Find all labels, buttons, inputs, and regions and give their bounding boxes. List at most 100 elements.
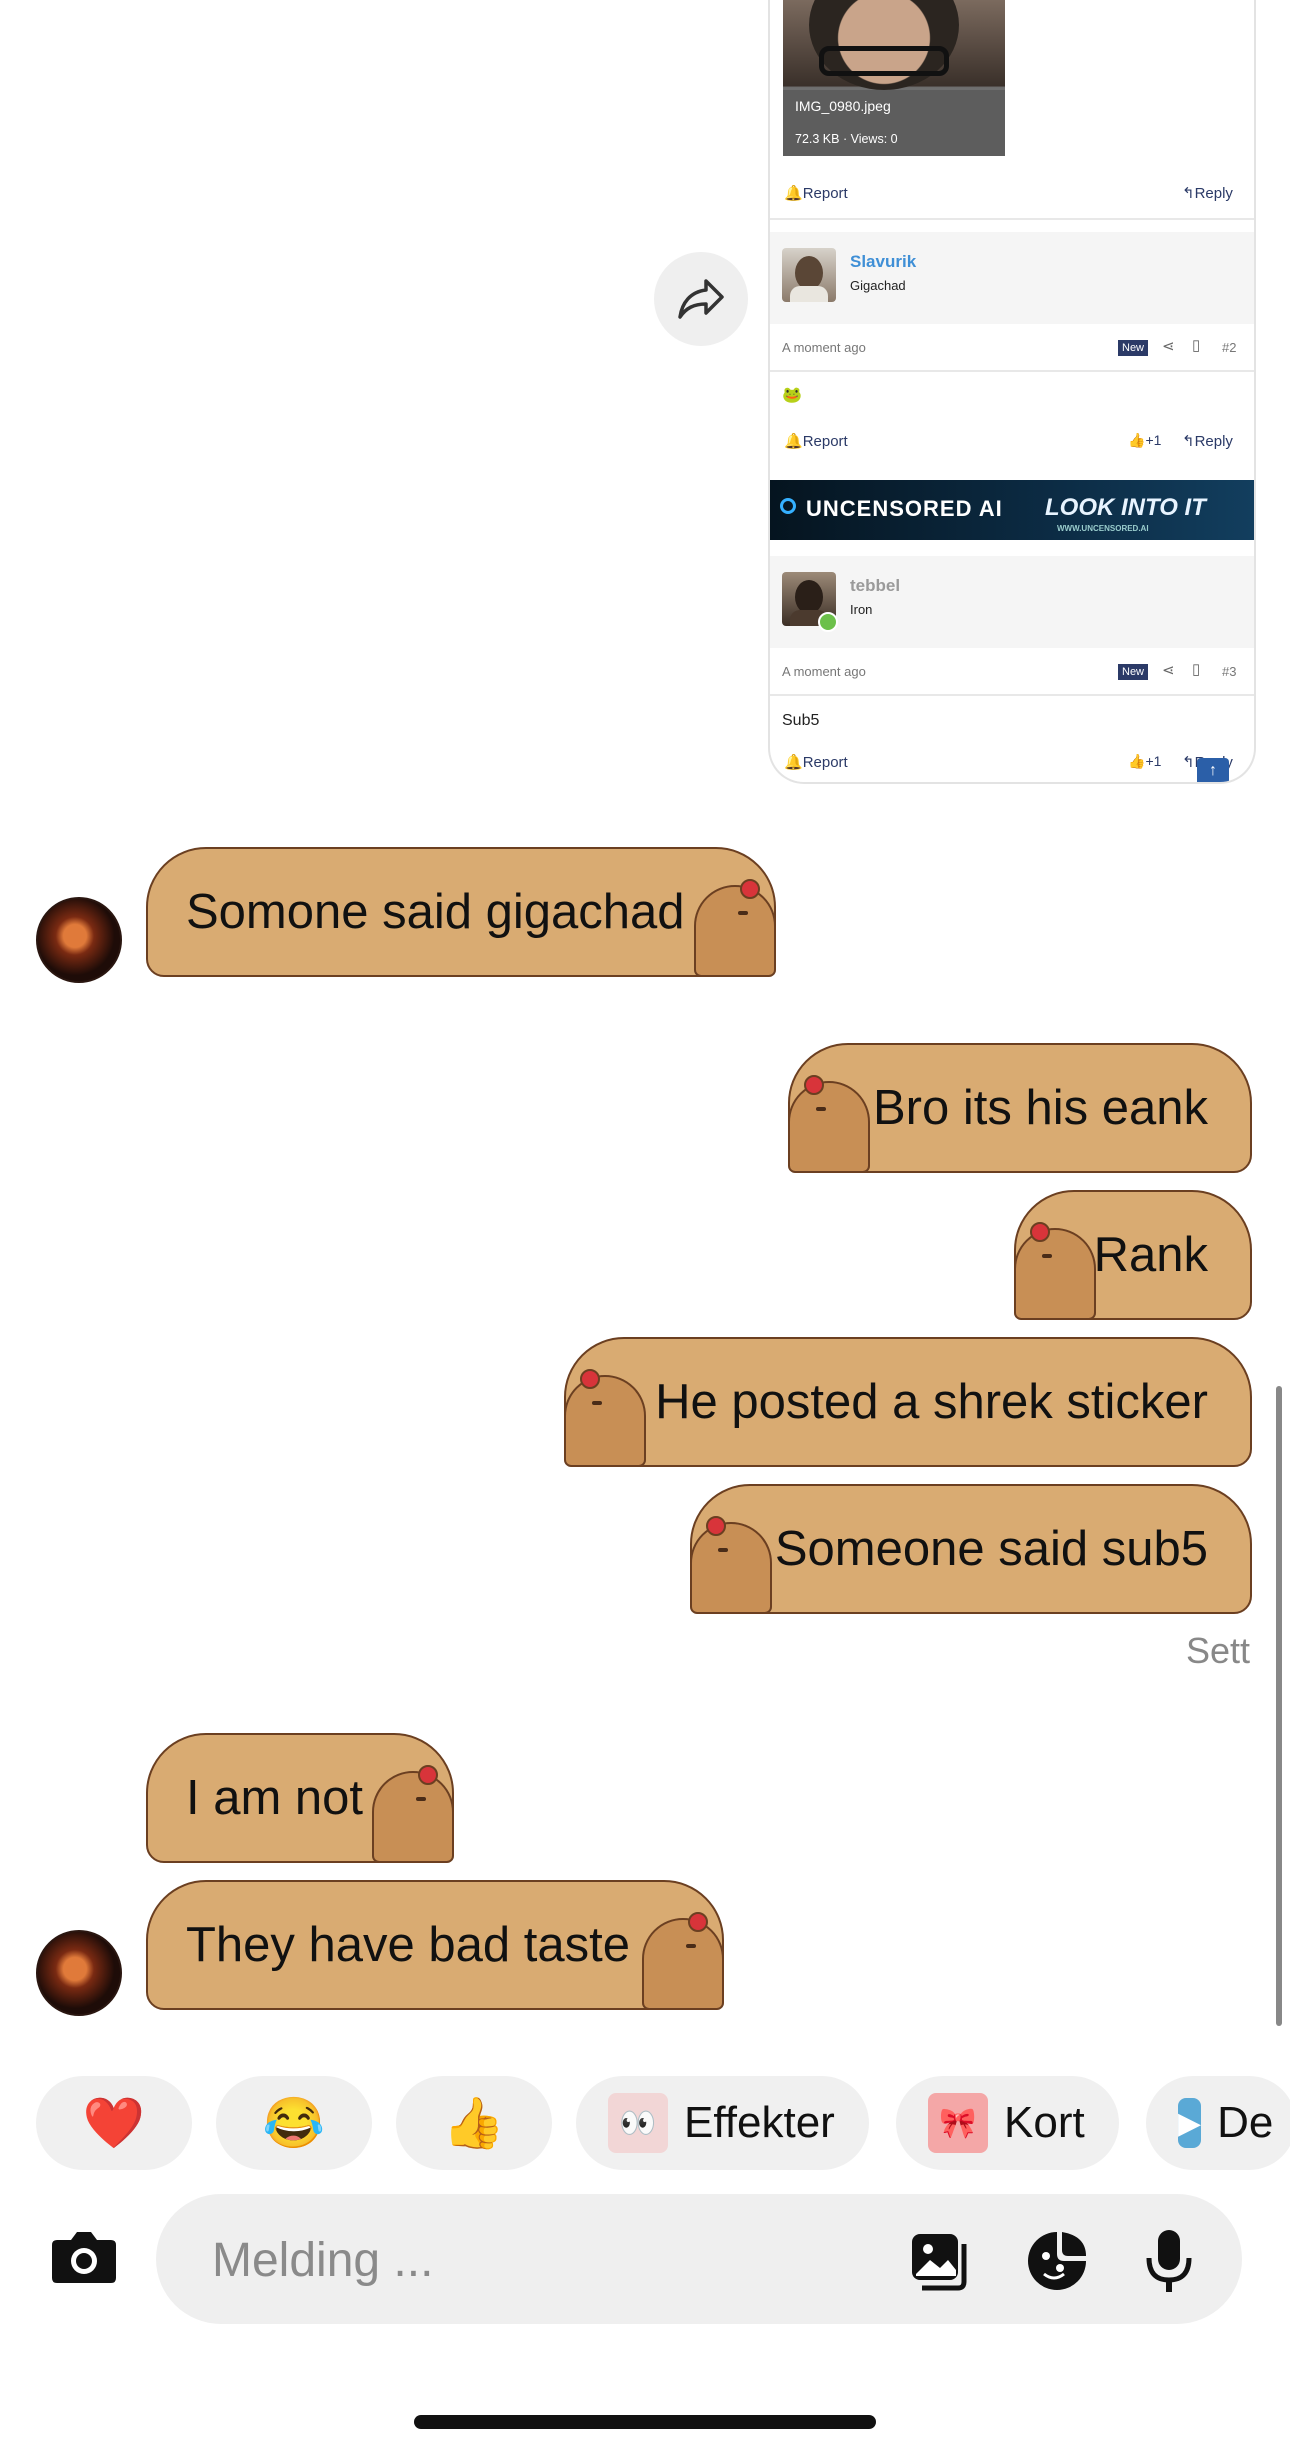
post-author-title: Iron [850, 602, 873, 617]
message-composer[interactable] [156, 2194, 1242, 2324]
post-body: 🐸 [782, 387, 802, 404]
play-icon: ▶ [1178, 2098, 1202, 2148]
post-time: A moment ago [782, 664, 866, 679]
message-bubble-incoming[interactable]: Somone said gigachad [146, 847, 776, 977]
share-icon[interactable]: ⋖ [1162, 661, 1175, 679]
camera-button[interactable] [44, 2222, 124, 2292]
like-count-value: +1 [1145, 753, 1162, 769]
camera-icon [52, 2232, 116, 2283]
bookmark-icon[interactable]: ▯ [1192, 660, 1200, 678]
post-author-name[interactable]: tebbel [850, 576, 900, 596]
scrollbar[interactable] [1276, 1386, 1282, 2026]
sticker-icon [1028, 2232, 1086, 2290]
post-author-band: Slavurik Gigachad [770, 232, 1254, 324]
effects-label: Effekter [684, 2098, 835, 2147]
reply-arrow-icon: ↰ [1182, 433, 1195, 450]
like-count[interactable]: 👍+1 [1128, 753, 1161, 770]
message-text: Rank [1093, 1228, 1208, 1282]
report-label: Report [802, 433, 848, 450]
capybara-sticker-icon [690, 1516, 772, 1614]
post-number[interactable]: #3 [1222, 664, 1236, 679]
forward-button[interactable] [654, 252, 748, 346]
message-bubble-incoming[interactable]: I am not [146, 1733, 454, 1863]
message-text: Somone said gigachad [186, 885, 685, 939]
post-time: A moment ago [782, 340, 866, 355]
shared-post-card[interactable]: IMG_0980.jpeg 72.3 KB · Views: 0 🔔Report… [768, 0, 1256, 784]
reply-arrow-icon: ↰ [1182, 754, 1195, 771]
reply-label: Reply [1194, 433, 1233, 450]
reply-label: Reply [1194, 185, 1233, 202]
ad-banner[interactable]: UNCENSORED AI LOOK INTO IT WWW.UNCENSORE… [770, 480, 1254, 540]
attachment-meta: IMG_0980.jpeg 72.3 KB · Views: 0 [783, 90, 1005, 156]
new-badge: New [1118, 340, 1149, 356]
ad-left-text: UNCENSORED AI [806, 496, 1003, 521]
capybara-sticker-icon [372, 1765, 454, 1863]
contact-avatar[interactable] [36, 897, 122, 983]
share-icon[interactable]: ⋖ [1162, 337, 1175, 355]
like-count[interactable]: 👍+1 [1128, 432, 1161, 449]
laughing-emoji: 😂 [262, 2094, 326, 2151]
online-indicator [818, 612, 838, 632]
more-chip[interactable]: ▶ De [1146, 2076, 1290, 2170]
report-label: Report [802, 754, 848, 771]
bookmark-icon[interactable]: ▯ [1192, 336, 1200, 354]
reply-arrow-icon: ↰ [1182, 185, 1195, 202]
post-author-band: tebbel Iron [770, 556, 1254, 648]
home-indicator [414, 2415, 876, 2429]
gallery-button[interactable] [906, 2226, 976, 2296]
quick-reaction-thumbs-up[interactable]: 👍 [396, 2076, 552, 2170]
message-text: Bro its his eank [873, 1081, 1208, 1135]
reply-link[interactable]: ↰Reply [1182, 432, 1233, 450]
like-count-value: +1 [1145, 432, 1162, 448]
report-link[interactable]: 🔔Report [784, 432, 848, 450]
avatar[interactable] [782, 248, 836, 302]
heart-emoji: ❤️ [82, 2094, 146, 2151]
bell-icon: 🔔 [784, 433, 803, 450]
message-bubble-incoming[interactable]: They have bad taste [146, 1880, 724, 2010]
post-body: Sub5 [782, 712, 820, 729]
message-input[interactable] [210, 2224, 814, 2296]
effects-icon: 👀 [608, 2093, 668, 2153]
report-link[interactable]: 🔔Report [784, 184, 848, 202]
attachment-info: 72.3 KB · Views: 0 [795, 132, 898, 146]
ad-right-text: LOOK INTO IT [1045, 494, 1206, 521]
attachment-filename: IMG_0980.jpeg [795, 98, 891, 114]
quick-reaction-laugh[interactable]: 😂 [216, 2076, 372, 2170]
message-text: Someone said sub5 [774, 1522, 1208, 1576]
microphone-button[interactable] [1134, 2226, 1204, 2296]
thumbs-up-emoji: 👍 [442, 2094, 506, 2151]
new-badge: New [1118, 664, 1149, 680]
scroll-to-top-button[interactable]: ↑ [1197, 758, 1229, 782]
message-text: I am not [186, 1771, 364, 1825]
post-number[interactable]: #2 [1222, 340, 1236, 355]
capybara-sticker-icon [564, 1369, 646, 1467]
message-bubble-outgoing[interactable]: Bro its his eank [788, 1043, 1252, 1173]
post-author-title: Gigachad [850, 278, 906, 293]
report-link[interactable]: 🔔Report [784, 753, 848, 771]
capybara-sticker-icon [788, 1075, 870, 1173]
message-bubble-outgoing[interactable]: He posted a shrek sticker [564, 1337, 1252, 1467]
bell-icon: 🔔 [784, 185, 803, 202]
ad-logo-icon [780, 498, 796, 514]
ad-url: WWW.UNCENSORED.AI [1057, 524, 1149, 533]
message-bubble-outgoing[interactable]: Rank [1014, 1190, 1252, 1320]
reply-link[interactable]: ↰Reply [1182, 184, 1233, 202]
card-icon: 🎀 [928, 2093, 988, 2153]
capybara-sticker-icon [642, 1912, 724, 2010]
capybara-sticker-icon [694, 879, 776, 977]
quick-reaction-heart[interactable]: ❤️ [36, 2076, 192, 2170]
post-author-name[interactable]: Slavurik [850, 252, 916, 272]
message-bubble-outgoing[interactable]: Someone said sub5 [690, 1484, 1252, 1614]
thumbs-up-icon: 👍 [1128, 753, 1146, 769]
thumbs-up-icon: 👍 [1128, 432, 1146, 448]
gallery-icon [912, 2234, 967, 2291]
sticker-button[interactable] [1022, 2226, 1092, 2296]
message-text: He posted a shrek sticker [655, 1375, 1208, 1429]
capybara-sticker-icon [1014, 1222, 1096, 1320]
contact-avatar[interactable] [36, 1930, 122, 2016]
effects-chip[interactable]: 👀 Effekter [576, 2076, 869, 2170]
message-text: They have bad taste [186, 1918, 631, 1972]
bell-icon: 🔔 [784, 754, 803, 771]
card-chip[interactable]: 🎀 Kort [896, 2076, 1119, 2170]
card-label: Kort [1004, 2098, 1085, 2147]
